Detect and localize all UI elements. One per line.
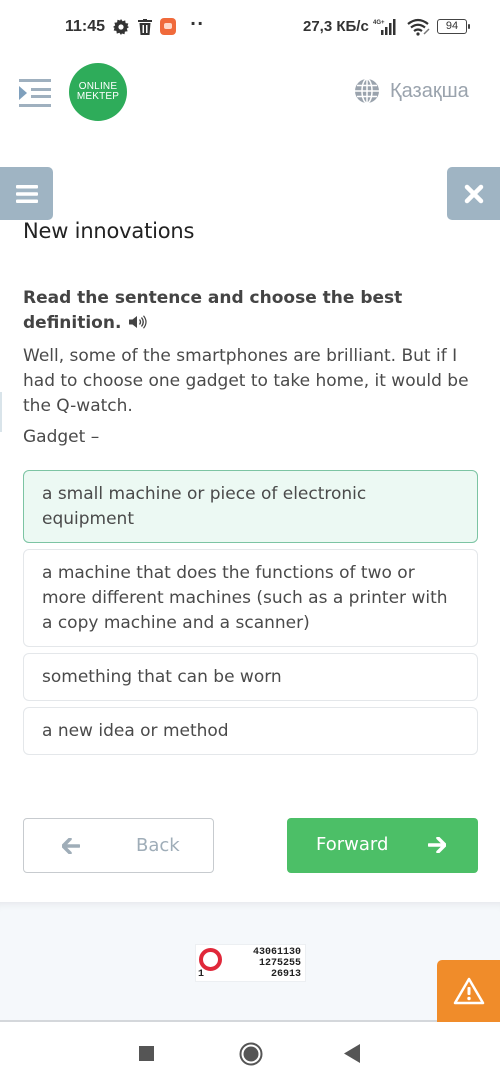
- app-notification-icon: [160, 18, 176, 35]
- task-instruction: Read the sentence and choose the best de…: [23, 286, 433, 336]
- counter-month: 1275255: [258, 958, 301, 969]
- home-icon[interactable]: [239, 1042, 263, 1066]
- logo-line-2: MEKTEP: [76, 91, 120, 102]
- counter-today: 26913: [270, 969, 301, 980]
- recent-apps-icon[interactable]: [139, 1046, 154, 1061]
- indent-menu-icon[interactable]: [19, 79, 51, 107]
- online-mektep-logo[interactable]: ONLINE MEKTEP: [69, 63, 127, 121]
- arrow-right-icon: [428, 837, 446, 853]
- report-problem-button[interactable]: [437, 960, 500, 1022]
- status-bar: 11:45 ·· 27,3 КБ/с 4G+ 94: [0, 0, 500, 56]
- close-icon: [464, 184, 483, 203]
- gear-icon: [113, 19, 129, 35]
- answer-options: a small machine or piece of electronic e…: [23, 470, 478, 761]
- close-lesson-button[interactable]: [447, 167, 500, 220]
- warning-icon: [453, 977, 484, 1005]
- arrow-left-icon: [62, 838, 80, 854]
- language-label: Қазақша: [390, 79, 469, 102]
- app-header: ONLINE MEKTEP Қазақша: [0, 56, 500, 136]
- hamburger-icon: [15, 184, 38, 203]
- forward-button[interactable]: Forward: [287, 818, 478, 873]
- lesson-menu-button[interactable]: [0, 167, 53, 220]
- page-footer: 43061130 1275255 26913 1: [0, 902, 500, 1022]
- speaker-icon[interactable]: [129, 315, 148, 329]
- reading-passage: Well, some of the smartphones are brilli…: [23, 346, 469, 416]
- answer-option[interactable]: something that can be worn: [23, 653, 478, 701]
- status-time: 11:45: [65, 18, 106, 35]
- signal-icon: 4G+: [373, 19, 396, 35]
- system-nav-bar: [0, 1024, 500, 1083]
- battery-indicator: 94: [437, 19, 470, 34]
- trash-icon: [138, 19, 152, 35]
- more-dots-icon: ··: [190, 14, 205, 33]
- counter-ring-icon: [199, 948, 222, 971]
- visit-counter[interactable]: 43061130 1275255 26913 1: [195, 944, 306, 982]
- forward-label: Forward: [316, 834, 389, 855]
- globe-icon: [355, 78, 379, 104]
- instruction-text: Read the sentence and choose the best de…: [23, 288, 403, 333]
- term-label: Gadget –: [23, 427, 100, 447]
- answer-option[interactable]: a small machine or piece of electronic e…: [23, 470, 478, 543]
- svg-text:4G+: 4G+: [373, 20, 385, 26]
- answer-option[interactable]: a new idea or method: [23, 707, 478, 755]
- back-nav-icon[interactable]: [344, 1044, 360, 1063]
- wifi-icon: [407, 18, 430, 36]
- counter-total: 43061130: [252, 947, 301, 958]
- language-switcher[interactable]: Қазақша: [354, 76, 469, 106]
- counter-rank: 1: [198, 969, 205, 980]
- lesson-title: New innovations: [23, 219, 195, 243]
- back-label: Back: [136, 835, 180, 856]
- back-button[interactable]: Back: [23, 818, 214, 873]
- network-speed: 27,3 КБ/с: [303, 18, 369, 35]
- side-divider: [0, 392, 2, 432]
- answer-option[interactable]: a machine that does the functions of two…: [23, 549, 478, 647]
